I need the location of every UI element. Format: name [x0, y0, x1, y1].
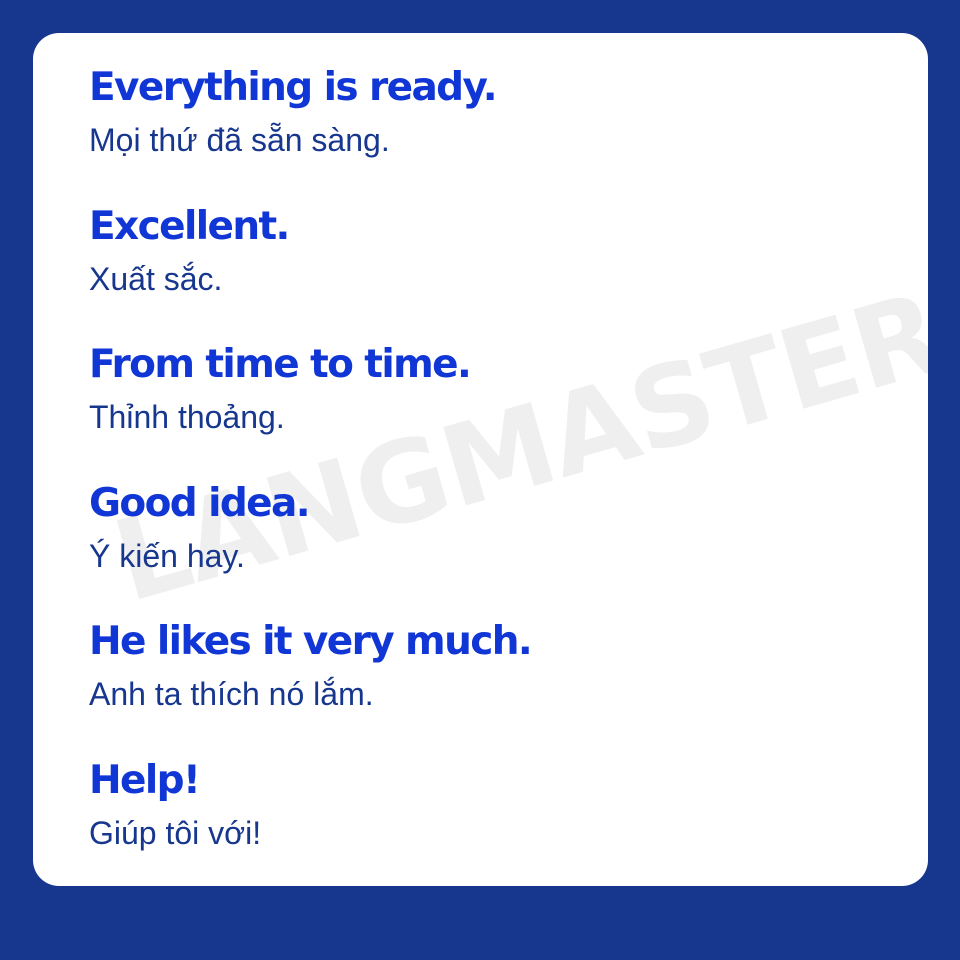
- phrase-item: He likes it very much. Anh ta thích nó l…: [89, 617, 533, 756]
- vietnamese-translation: Ý kiến hay.: [89, 537, 245, 574]
- vietnamese-translation: Anh ta thích nó lắm.: [89, 676, 374, 713]
- phrase-item: Good idea. Ý kiến hay.: [89, 479, 531, 618]
- phrase-item: Everything is ready. Mọi thứ đã sẵn sàng…: [89, 63, 531, 202]
- phrase-card: LANGMASTER Everything is ready. Mọi thứ …: [33, 33, 928, 886]
- english-phrase: From time to time.: [89, 342, 472, 388]
- vietnamese-translation: Thỉnh thoảng.: [89, 399, 285, 436]
- vietnamese-translation: Giúp tôi với!: [89, 814, 262, 851]
- english-phrase: Help!: [89, 757, 201, 803]
- english-phrase: Excellent.: [89, 203, 290, 249]
- phrase-list: Everything is ready. Mọi thứ đã sẵn sàng…: [89, 63, 533, 886]
- english-phrase: Everything is ready.: [89, 65, 498, 110]
- vietnamese-translation: Xuất sắc.: [89, 260, 223, 297]
- phrase-item: Help! Giúp tôi với!: [89, 756, 531, 886]
- phrase-item: From time to time. Thỉnh thoảng.: [89, 340, 531, 479]
- vietnamese-translation: Mọi thứ đã sẵn sàng.: [89, 122, 390, 158]
- english-phrase: He likes it very much.: [89, 619, 533, 665]
- english-phrase: Good idea.: [89, 480, 311, 526]
- phrase-item: Excellent. Xuất sắc.: [89, 202, 531, 341]
